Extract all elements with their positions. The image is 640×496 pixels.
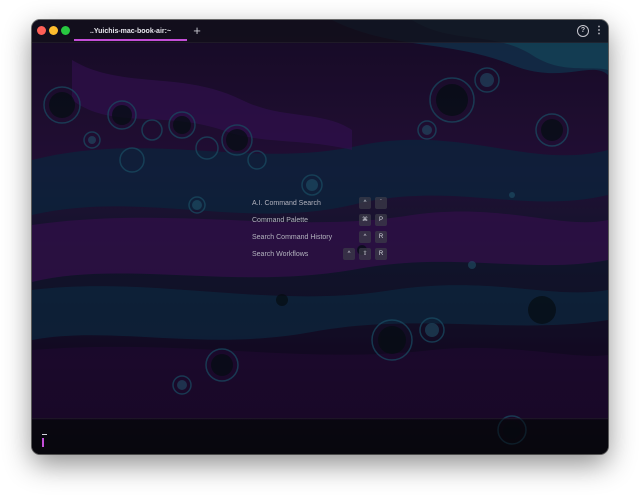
close-icon[interactable] <box>37 26 46 35</box>
help-icon[interactable]: ? <box>577 25 589 37</box>
text-cursor <box>42 438 44 447</box>
active-tab-indicator <box>74 39 187 41</box>
shortcut-key: P <box>375 214 387 226</box>
terminal-input-area[interactable] <box>32 418 608 454</box>
shortcut-label: Search Workflows <box>252 251 309 258</box>
shortcut-key: ^ <box>359 197 371 209</box>
shortcut-label: Command Palette <box>252 217 309 224</box>
terminal-window: ..Yuichis-mac-book-air:~ + ? ⋮ A.I. Comm… <box>32 20 608 454</box>
shortcut-key: ^ <box>359 231 371 243</box>
shortcut-search-command-history: Search Command History ^ R <box>252 231 392 244</box>
shortcut-search-workflows: Search Workflows ^ ⇧ R <box>252 248 392 261</box>
tab-title: ..Yuichis-mac-book-air:~ <box>89 28 172 35</box>
shortcut-key: ^ <box>343 248 355 260</box>
plus-icon[interactable]: + <box>190 23 204 39</box>
shortcut-key: ` <box>375 197 387 209</box>
shortcut-key: R <box>375 248 387 260</box>
more-vertical-icon[interactable]: ⋮ <box>594 24 604 38</box>
shortcut-key: ⇧ <box>359 248 371 260</box>
minimize-icon[interactable] <box>49 26 58 35</box>
shortcut-label: A.I. Command Search <box>252 200 321 207</box>
shortcut-command-palette: Command Palette ⌘ P <box>252 214 392 227</box>
shortcut-key: ⌘ <box>359 214 371 226</box>
prompt-indicator <box>42 434 47 435</box>
shortcut-label: Search Command History <box>252 234 333 241</box>
shortcut-ai-command-search: A.I. Command Search ^ ` <box>252 197 392 210</box>
title-bar: ..Yuichis-mac-book-air:~ + ? ⋮ <box>32 20 608 43</box>
shortcut-key: R <box>375 231 387 243</box>
maximize-icon[interactable] <box>61 26 70 35</box>
